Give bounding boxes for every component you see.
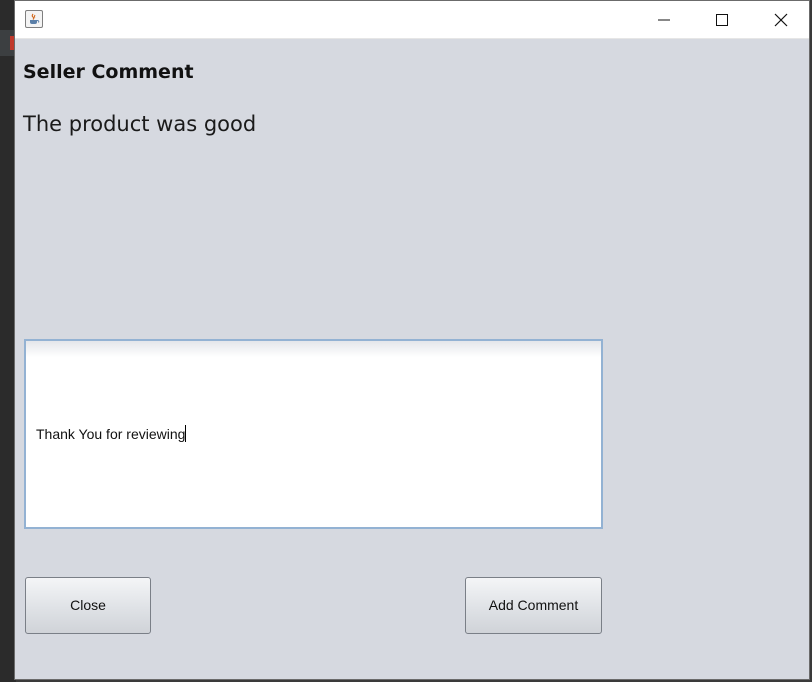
window-close-button[interactable] [752, 1, 810, 38]
close-icon [774, 13, 788, 27]
maximize-button[interactable] [693, 1, 751, 38]
java-cup-icon [25, 10, 43, 28]
dialog-window: Seller Comment The product was good Than… [14, 0, 810, 680]
seller-comment-heading: Seller Comment [23, 61, 194, 83]
maximize-icon [716, 14, 728, 26]
minimize-button[interactable] [635, 1, 693, 38]
text-caret [185, 425, 187, 442]
review-comment-text: The product was good [23, 112, 257, 136]
close-button[interactable]: Close [25, 577, 151, 634]
minimize-icon [658, 19, 670, 21]
title-bar[interactable] [15, 1, 809, 39]
add-comment-button[interactable]: Add Comment [465, 577, 602, 634]
background-toolbar-edge [0, 30, 15, 56]
reply-textarea[interactable]: Thank You for reviewing [24, 339, 603, 529]
reply-text: Thank You for reviewing [36, 426, 186, 442]
